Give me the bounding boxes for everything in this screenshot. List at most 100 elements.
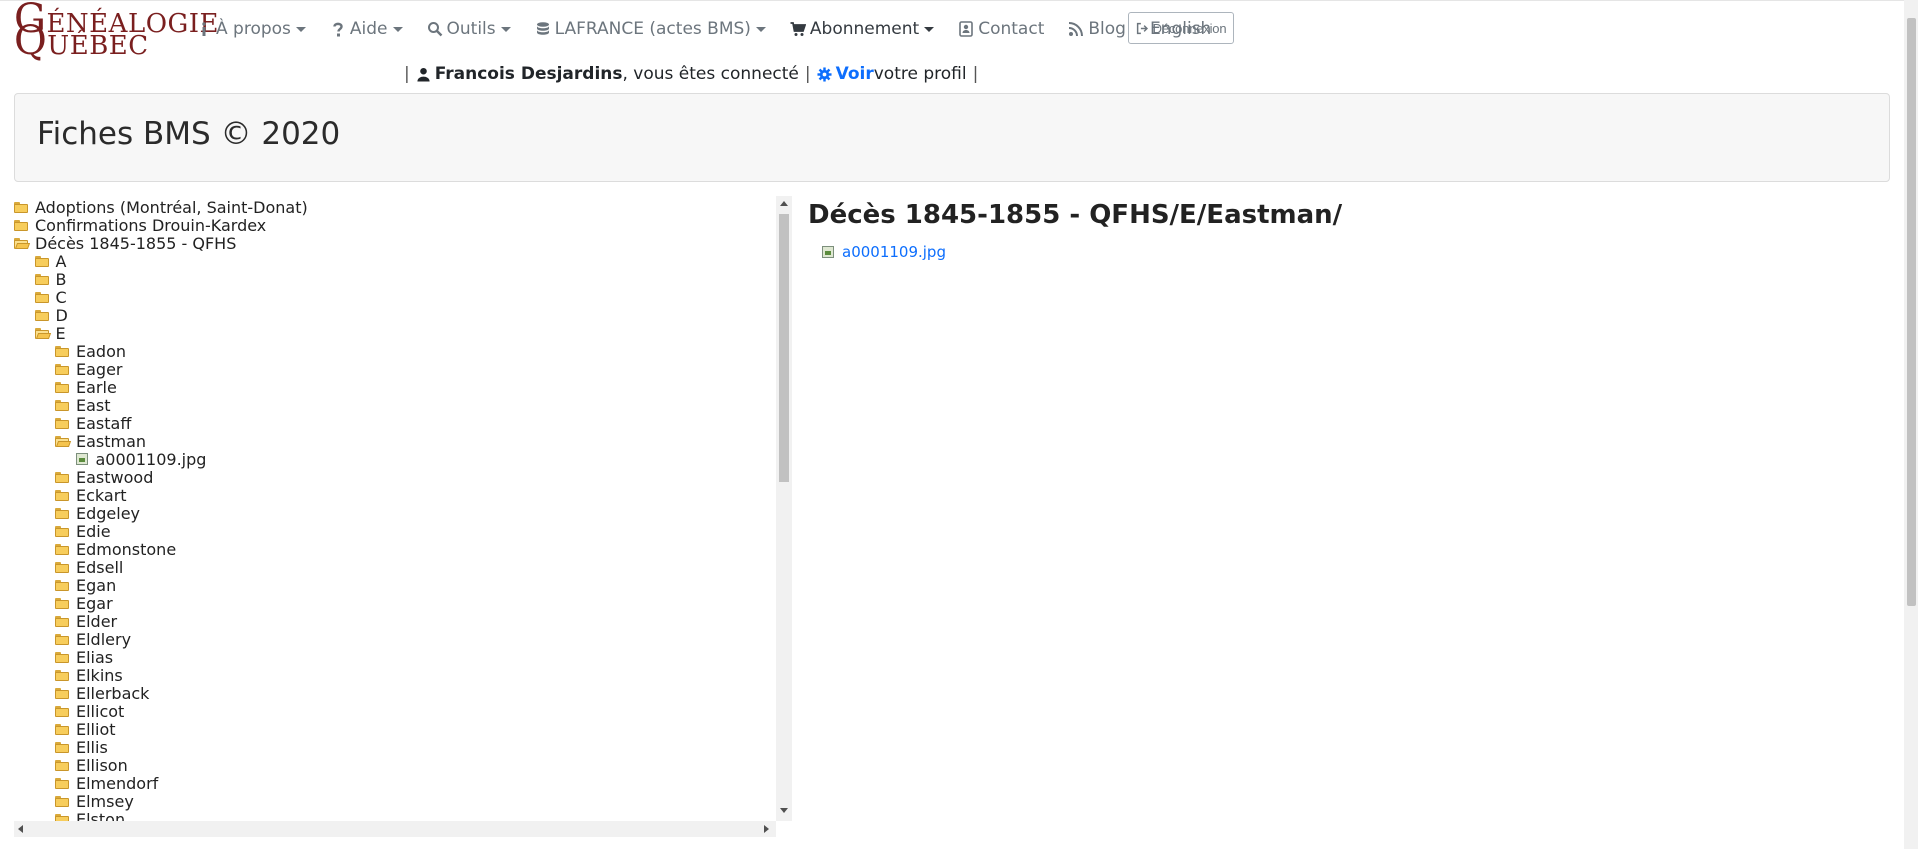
image-file-icon (75, 453, 88, 465)
tree-folder-item[interactable]: Ellerback (55, 683, 150, 703)
connected-text: , vous êtes connecté (622, 64, 799, 84)
tree-item-label: Adoptions (Montréal, Saint-Donat) (35, 197, 308, 217)
tree-folder-item[interactable]: Ellis (55, 737, 108, 757)
tree-folder-item[interactable]: Elias (55, 647, 114, 667)
tree-folder-item[interactable]: Elmsey (55, 792, 134, 811)
tree-folder-item[interactable]: Elder (55, 611, 118, 631)
file-link[interactable]: a0001109.jpg (822, 242, 946, 262)
page-scrollbar[interactable] (1904, 0, 1918, 849)
folder-icon (55, 687, 69, 699)
scroll-right-arrow-icon[interactable] (764, 825, 769, 833)
tree-folder-item[interactable]: Earle (55, 378, 117, 397)
tree-folder-item[interactable]: Eastaff (55, 414, 131, 433)
folder-icon (55, 363, 69, 375)
scroll-up-arrow-icon[interactable] (780, 201, 788, 206)
folder-open-icon (14, 237, 31, 249)
folder-icon (55, 381, 69, 393)
tree-horizontal-scrollbar[interactable] (14, 821, 776, 837)
logo-line-2: QUÉBEC (14, 18, 149, 64)
tree-folder-item[interactable]: Eastwood (55, 468, 153, 487)
tree-item-label: Elliot (76, 719, 116, 739)
folder-icon (55, 741, 69, 753)
tree-folder-item[interactable]: Eastman (55, 432, 146, 451)
chevron-down-icon (755, 26, 766, 32)
folder-icon (55, 399, 69, 411)
scroll-left-arrow-icon[interactable] (18, 825, 23, 833)
tree-folder-item[interactable]: Elmendorf (55, 773, 159, 793)
folder-icon (55, 345, 69, 357)
tree-item-label: Elder (76, 611, 118, 631)
folder-icon (55, 543, 69, 555)
folder-icon (55, 723, 69, 735)
tree-folder-item[interactable]: Eldlery (55, 629, 132, 649)
folder-icon (55, 507, 69, 519)
tree-folder-item[interactable]: A (34, 252, 66, 271)
chevron-down-icon (392, 26, 403, 32)
tree-item-label: Elias (76, 647, 114, 667)
tree-item-label: a0001109.jpg (95, 449, 207, 469)
folder-icon (55, 651, 69, 663)
user-status-bar: | Francois Desjardins , vous êtes connec… (404, 64, 979, 84)
tree-item-label: E (55, 323, 66, 343)
folder-icon (55, 813, 69, 821)
nav-item-abonnement[interactable]: Abonnement (790, 19, 935, 39)
tree-vertical-scrollbar[interactable] (776, 196, 792, 821)
tree-folder-item[interactable]: Eadon (55, 342, 126, 361)
tree-folder-item[interactable]: Ellicot (55, 702, 124, 721)
folder-icon (55, 417, 69, 429)
page-scroll-thumb[interactable] (1907, 18, 1916, 606)
question-icon (333, 22, 343, 37)
tree-folder-item[interactable]: Confirmations Drouin-Kardex (14, 216, 266, 235)
nav-item-outils[interactable]: Outils (427, 19, 511, 39)
tree-folder-item[interactable]: Ellison (55, 756, 128, 775)
nav-item-aide[interactable]: Aide (330, 19, 403, 39)
voir-profil-link[interactable]: Voir (817, 64, 874, 84)
folder-path-heading: Décès 1845-1855 - QFHS/E/Eastman/ (808, 200, 1343, 230)
tree-folder-item[interactable]: Edgeley (55, 504, 140, 523)
scroll-down-arrow-icon[interactable] (780, 808, 788, 813)
tree-folder-item[interactable]: Elkins (55, 666, 123, 685)
folder-icon (55, 633, 69, 645)
sign-out-icon (1136, 22, 1148, 34)
database-icon (536, 22, 549, 35)
tree-item-label: Eldlery (76, 629, 132, 649)
tree-folder-item[interactable]: C (34, 288, 67, 307)
tree-item-label: Ellis (76, 737, 108, 757)
site-logo[interactable]: GÉNÉALOGIE QUÉBEC (14, 0, 219, 64)
tree-folder-item[interactable]: Décès 1845-1855 - QFHS (14, 234, 236, 253)
logout-button[interactable]: Déconnexion (1128, 12, 1234, 44)
gear-icon (817, 66, 832, 82)
rss-icon (1069, 22, 1084, 37)
tree-folder-item[interactable]: E (34, 323, 66, 343)
tree-folder-item[interactable]: Egar (55, 593, 113, 613)
tree-item-label: East (76, 395, 111, 415)
nav-item-lafrance[interactable]: LAFRANCE (actes BMS) (535, 19, 766, 39)
tree-folder-item[interactable]: Eager (55, 360, 123, 379)
tree-folder-item[interactable]: Egan (55, 576, 116, 595)
tree-folder-item[interactable]: Adoptions (Montréal, Saint-Donat) (14, 197, 308, 217)
scroll-thumb[interactable] (779, 214, 789, 482)
tree-folder-item[interactable]: Elston (55, 810, 125, 821)
tree-folder-item[interactable]: Edmonstone (55, 540, 176, 559)
tree-file-item[interactable]: a0001109.jpg (75, 449, 207, 469)
tree-folder-item[interactable]: East (55, 395, 111, 415)
tree-folder-item[interactable]: Edie (55, 522, 111, 541)
tree-folder-item[interactable]: D (34, 306, 68, 325)
tree-folder-item[interactable]: Edsell (55, 558, 123, 577)
profile-text: votre profil (873, 64, 967, 84)
nav-item-apropos[interactable]: À propos (196, 19, 306, 39)
folder-tree: Adoptions (Montréal, Saint-Donat) Confirm… (14, 196, 774, 821)
nav-item-contact[interactable]: Contact (958, 19, 1044, 39)
tree-item-label: Elmendorf (76, 773, 159, 793)
tree-item-label: Egar (76, 593, 113, 613)
tree-item-label: Ellerback (76, 683, 150, 703)
folder-icon (55, 597, 69, 609)
tree-item-label: Elston (76, 809, 126, 822)
tree-folder-item[interactable]: B (34, 270, 66, 289)
tree-folder-item[interactable]: Eckart (55, 486, 127, 505)
folder-icon (34, 309, 49, 321)
title-banner: Fiches BMS © 2020 (14, 93, 1890, 182)
tree-folder-item[interactable]: Elliot (55, 719, 116, 739)
chevron-down-icon (924, 26, 935, 32)
nav-item-blog[interactable]: Blog (1068, 19, 1126, 39)
